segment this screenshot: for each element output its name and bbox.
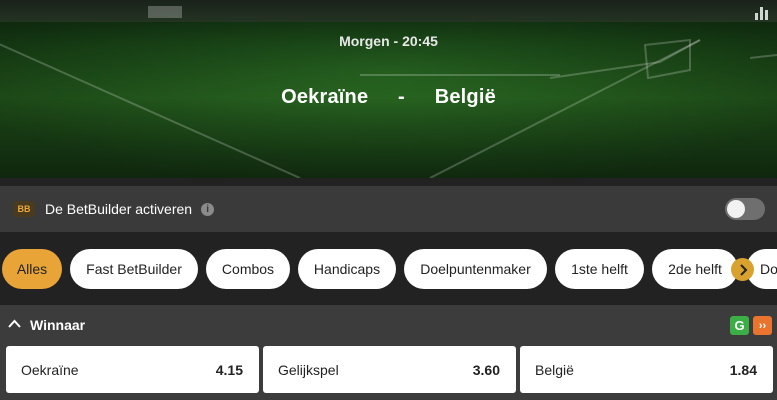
outcome-odds: 4.15 bbox=[215, 362, 243, 378]
outcome-odds: 1.84 bbox=[729, 362, 757, 378]
market-title: Winnaar bbox=[30, 317, 86, 333]
market-filters: Alles Fast BetBuilder Combos Handicaps D… bbox=[0, 248, 777, 290]
chevron-up-icon[interactable] bbox=[8, 319, 21, 328]
filter-handicaps[interactable]: Handicaps bbox=[298, 249, 396, 289]
cash-out-icon[interactable]: G bbox=[730, 316, 749, 335]
outcome-away[interactable]: België 1.84 bbox=[520, 346, 773, 393]
fast-forward-icon[interactable]: ›› bbox=[753, 316, 772, 335]
info-icon[interactable]: i bbox=[201, 202, 215, 216]
outcome-label: Gelijkspel bbox=[278, 362, 339, 378]
outcome-home[interactable]: Oekraïne 4.15 bbox=[6, 346, 259, 393]
filter-1ste-helft[interactable]: 1ste helft bbox=[555, 249, 644, 289]
outcome-label: Oekraïne bbox=[21, 362, 79, 378]
match-teams: Oekraïne - België bbox=[0, 86, 777, 109]
filter-alles[interactable]: Alles bbox=[2, 249, 62, 289]
market-header[interactable]: Winnaar G ›› bbox=[0, 305, 777, 345]
toggle-knob bbox=[727, 200, 745, 218]
filter-combos[interactable]: Combos bbox=[206, 249, 290, 289]
team-separator: - bbox=[398, 86, 405, 108]
betbuilder-badge: BB bbox=[13, 201, 35, 217]
filter-2de-helft[interactable]: 2de helft bbox=[652, 249, 738, 289]
match-hero: Morgen - 20:45 Oekraïne - België bbox=[0, 0, 777, 178]
home-team: Oekraïne bbox=[281, 86, 369, 108]
filter-doelpuntenmaker[interactable]: Doelpuntenmaker bbox=[404, 249, 547, 289]
filter-fast-betbuilder[interactable]: Fast BetBuilder bbox=[70, 249, 198, 289]
outcome-label: België bbox=[535, 362, 574, 378]
betbuilder-toggle[interactable] bbox=[725, 198, 765, 220]
chevron-right-icon[interactable] bbox=[731, 258, 754, 281]
market-winnaar: Winnaar G ›› Oekraïne 4.15 Gelijkspel 3.… bbox=[0, 305, 777, 400]
outcome-odds: 3.60 bbox=[472, 362, 500, 378]
match-time: Morgen - 20:45 bbox=[339, 33, 438, 49]
stats-icon[interactable] bbox=[755, 6, 769, 20]
away-team: België bbox=[434, 86, 496, 108]
betbuilder-row: BB De BetBuilder activeren i bbox=[0, 186, 777, 232]
betbuilder-label: De BetBuilder activeren bbox=[45, 201, 193, 217]
outcome-draw[interactable]: Gelijkspel 3.60 bbox=[263, 346, 516, 393]
